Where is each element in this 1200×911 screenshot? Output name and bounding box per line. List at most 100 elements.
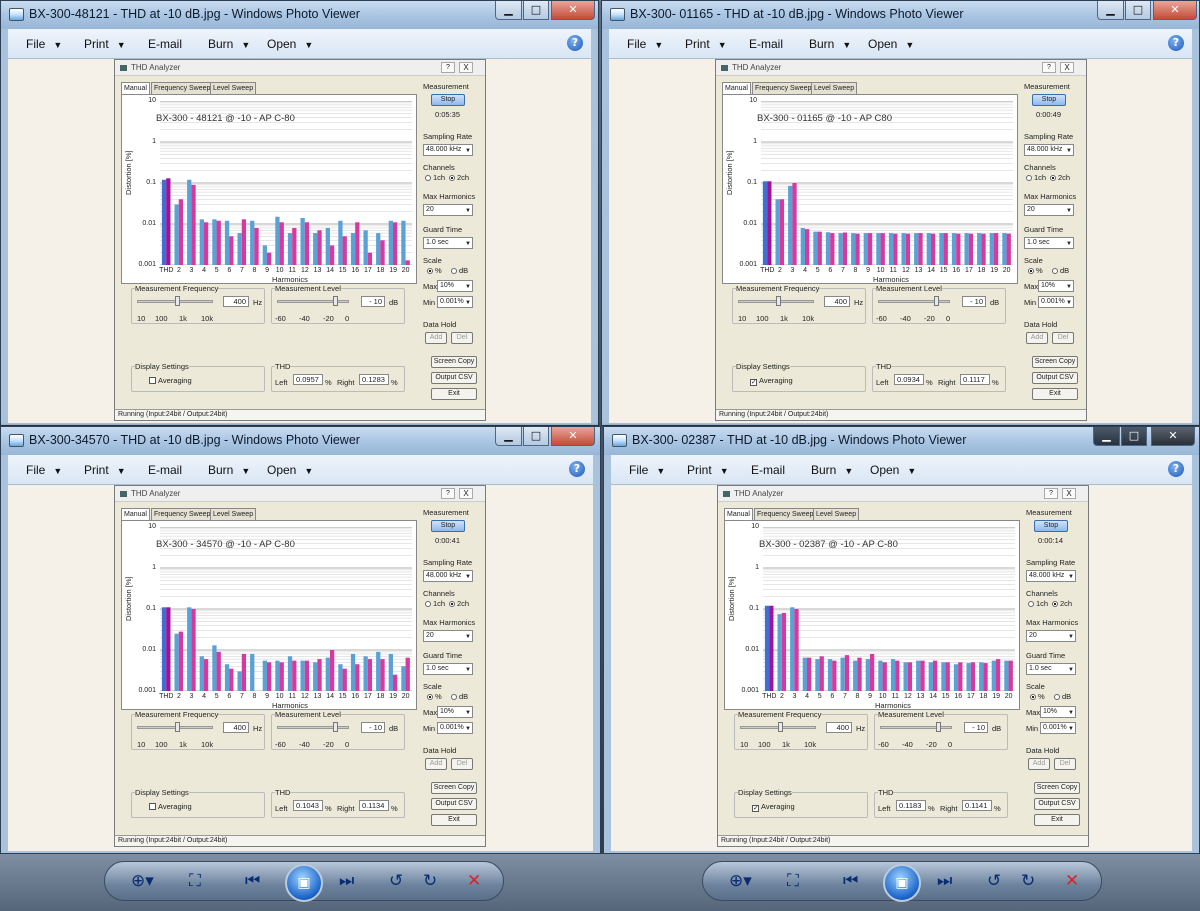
level-input[interactable]: - 10 [361, 296, 385, 307]
file-menu[interactable]: File ▼ [26, 37, 62, 51]
email-button[interactable]: E-mail [749, 37, 783, 51]
previous-icon[interactable]: ⏮ [245, 871, 260, 891]
screen-copy-button[interactable]: Screen Copy [1034, 782, 1080, 794]
level-slider-thumb[interactable] [936, 722, 941, 732]
help-icon[interactable]: ? [569, 461, 585, 477]
minimize-button[interactable]: ▁ [1093, 427, 1120, 446]
help-icon[interactable]: ? [567, 35, 583, 51]
level-slider-track[interactable] [277, 300, 349, 303]
channel-2ch-radio[interactable]: 2ch [449, 599, 469, 608]
print-menu[interactable]: Print ▼ [84, 37, 126, 51]
exit-button[interactable]: Exit [1032, 388, 1078, 400]
scale-db-radio[interactable]: dB [1052, 266, 1069, 275]
zoom-icon[interactable]: ⊕▾ [729, 871, 752, 891]
scale-percent-radio[interactable]: % [1028, 266, 1043, 275]
add-button[interactable]: Add [425, 758, 447, 770]
help-icon[interactable]: ? [1168, 461, 1184, 477]
sampling-rate-select[interactable]: 48.000 kHz ▼ [423, 144, 473, 156]
scale-min-select[interactable]: 0.001% ▼ [437, 722, 473, 734]
rotate-clockwise-icon[interactable]: ↻ [1021, 871, 1035, 891]
stop-button[interactable]: Stop [431, 520, 465, 532]
tab-level-sweep[interactable]: Level Sweep [811, 82, 858, 94]
tab-frequency-sweep[interactable]: Frequency Sweep [151, 508, 214, 520]
close-button[interactable]: ✕ [1153, 1, 1197, 20]
tab-frequency-sweep[interactable]: Frequency Sweep [752, 82, 815, 94]
open-menu[interactable]: Open ▼ [868, 37, 914, 51]
thd-close-button[interactable]: X [1060, 62, 1074, 73]
max-harmonics-select[interactable]: 20 ▼ [423, 630, 473, 642]
tab-frequency-sweep[interactable]: Frequency Sweep [754, 508, 817, 520]
channel-1ch-radio[interactable]: 1ch [1028, 599, 1048, 608]
delete-icon[interactable]: ✕ [1065, 871, 1079, 891]
frequency-input[interactable]: 400 [223, 722, 249, 733]
guard-time-select[interactable]: 1.0 sec ▼ [1026, 663, 1076, 675]
add-button[interactable]: Add [1028, 758, 1050, 770]
minimize-button[interactable]: ▁ [495, 1, 522, 20]
minimize-button[interactable]: ▁ [495, 427, 522, 446]
level-slider-thumb[interactable] [934, 296, 939, 306]
scale-percent-radio[interactable]: % [427, 266, 442, 275]
channel-1ch-radio[interactable]: 1ch [425, 173, 445, 182]
email-button[interactable]: E-mail [751, 463, 785, 477]
level-input[interactable]: - 10 [361, 722, 385, 733]
thd-close-button[interactable]: X [459, 62, 473, 73]
exit-button[interactable]: Exit [431, 388, 477, 400]
email-button[interactable]: E-mail [148, 463, 182, 477]
scale-max-select[interactable]: 10% ▼ [1040, 706, 1076, 718]
stop-button[interactable]: Stop [1032, 94, 1066, 106]
add-button[interactable]: Add [1026, 332, 1048, 344]
scale-db-radio[interactable]: dB [1054, 692, 1071, 701]
zoom-icon[interactable]: ⊕▾ [131, 871, 154, 891]
level-input[interactable]: - 10 [964, 722, 988, 733]
scale-min-select[interactable]: 0.001% ▼ [437, 296, 473, 308]
maximize-button[interactable]: □ [523, 1, 549, 20]
channel-2ch-radio[interactable]: 2ch [1050, 173, 1070, 182]
guard-time-select[interactable]: 1.0 sec ▼ [423, 663, 473, 675]
burn-menu[interactable]: Burn ▼ [208, 37, 250, 51]
frequency-input[interactable]: 400 [824, 296, 850, 307]
tab-frequency-sweep[interactable]: Frequency Sweep [151, 82, 214, 94]
sampling-rate-select[interactable]: 48.000 kHz ▼ [1026, 570, 1076, 582]
scale-min-select[interactable]: 0.001% ▼ [1040, 722, 1076, 734]
rotate-counterclockwise-icon[interactable]: ↺ [389, 871, 403, 891]
tab-level-sweep[interactable]: Level Sweep [210, 82, 257, 94]
rotate-clockwise-icon[interactable]: ↻ [423, 871, 437, 891]
frequency-slider-thumb[interactable] [778, 722, 783, 732]
channel-1ch-radio[interactable]: 1ch [425, 599, 445, 608]
averaging-checkbox[interactable]: ✓ Averaging [750, 376, 793, 386]
tab-level-sweep[interactable]: Level Sweep [210, 508, 257, 520]
sampling-rate-select[interactable]: 48.000 kHz ▼ [1024, 144, 1074, 156]
max-harmonics-select[interactable]: 20 ▼ [1024, 204, 1074, 216]
thd-help-button[interactable]: ? [1042, 62, 1056, 73]
del-button[interactable]: Del [451, 758, 473, 770]
screen-copy-button[interactable]: Screen Copy [431, 782, 477, 794]
maximize-button[interactable]: □ [1125, 1, 1151, 20]
file-menu[interactable]: File ▼ [627, 37, 663, 51]
averaging-checkbox[interactable]: Averaging [149, 376, 192, 385]
output-csv-button[interactable]: Output CSV [431, 798, 477, 810]
scale-max-select[interactable]: 10% ▼ [437, 706, 473, 718]
file-menu[interactable]: File ▼ [26, 463, 62, 477]
guard-time-select[interactable]: 1.0 sec ▼ [423, 237, 473, 249]
exit-button[interactable]: Exit [1034, 814, 1080, 826]
burn-menu[interactable]: Burn ▼ [208, 463, 250, 477]
actual-size-icon[interactable]: ⛶ [189, 871, 201, 891]
slideshow-icon[interactable]: ▣ [883, 864, 921, 902]
maximize-button[interactable]: □ [1121, 427, 1147, 446]
rotate-counterclockwise-icon[interactable]: ↺ [987, 871, 1001, 891]
thd-help-button[interactable]: ? [441, 62, 455, 73]
print-menu[interactable]: Print ▼ [687, 463, 729, 477]
add-button[interactable]: Add [425, 332, 447, 344]
burn-menu[interactable]: Burn ▼ [809, 37, 851, 51]
scale-percent-radio[interactable]: % [427, 692, 442, 701]
thd-close-button[interactable]: X [1062, 488, 1076, 499]
scale-db-radio[interactable]: dB [451, 266, 468, 275]
frequency-slider-thumb[interactable] [175, 296, 180, 306]
scale-max-select[interactable]: 10% ▼ [1038, 280, 1074, 292]
thd-help-button[interactable]: ? [441, 488, 455, 499]
output-csv-button[interactable]: Output CSV [1032, 372, 1078, 384]
scale-db-radio[interactable]: dB [451, 692, 468, 701]
level-slider-track[interactable] [878, 300, 950, 303]
channel-1ch-radio[interactable]: 1ch [1026, 173, 1046, 182]
del-button[interactable]: Del [451, 332, 473, 344]
